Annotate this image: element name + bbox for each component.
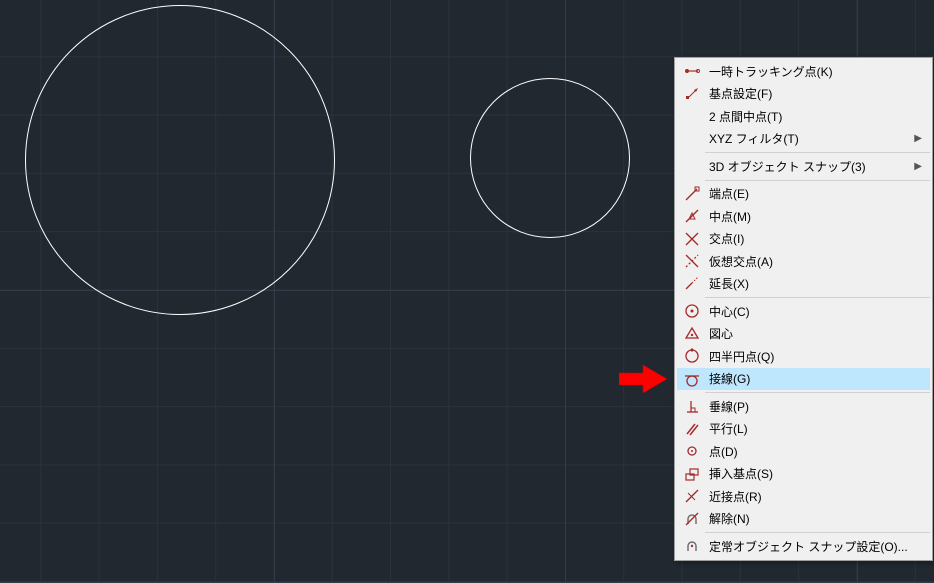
menu-item-18[interactable]: 近接点(R)	[677, 485, 930, 508]
perp-icon	[681, 395, 703, 417]
menu-item-9[interactable]: 延長(X)	[677, 273, 930, 296]
menu-item-12[interactable]: 四半円点(Q)	[677, 345, 930, 368]
menu-item-label: 点(D)	[709, 443, 922, 460]
menu-item-label: 2 点間中点(T)	[709, 108, 922, 125]
menu-item-label: 端点(E)	[709, 185, 922, 202]
temp-track-icon	[681, 60, 703, 82]
menu-item-label: 一時トラッキング点(K)	[709, 63, 922, 80]
menu-separator	[705, 180, 930, 181]
menu-item-3[interactable]: XYZ フィルタ(T)▶	[677, 128, 930, 151]
osnap-settings-icon	[681, 535, 703, 557]
menu-item-8[interactable]: 仮想交点(A)	[677, 250, 930, 273]
menu-separator	[705, 532, 930, 533]
menu-item-label: 基点設定(F)	[709, 85, 922, 102]
menu-item-label: 3D オブジェクト スナップ(3)	[709, 158, 914, 175]
menu-item-0[interactable]: 一時トラッキング点(K)	[677, 60, 930, 83]
menu-item-label: 垂線(P)	[709, 398, 922, 415]
menu-item-13[interactable]: 接線(G)	[677, 368, 930, 391]
insert-icon	[681, 463, 703, 485]
menu-item-15[interactable]: 平行(L)	[677, 418, 930, 441]
menu-item-label: 図心	[709, 325, 922, 342]
menu-item-4[interactable]: 3D オブジェクト スナップ(3)▶	[677, 155, 930, 178]
menu-item-label: 四半円点(Q)	[709, 348, 922, 365]
menu-item-14[interactable]: 垂線(P)	[677, 395, 930, 418]
menu-item-2[interactable]: 2 点間中点(T)	[677, 105, 930, 128]
parallel-icon	[681, 418, 703, 440]
menu-item-label: 挿入基点(S)	[709, 465, 922, 482]
osnap-context-menu: 一時トラッキング点(K)基点設定(F)2 点間中点(T)XYZ フィルタ(T)▶…	[674, 57, 933, 561]
menu-item-label: XYZ フィルタ(T)	[709, 130, 914, 147]
menu-item-label: 交点(I)	[709, 230, 922, 247]
menu-item-17[interactable]: 挿入基点(S)	[677, 463, 930, 486]
menu-item-16[interactable]: 点(D)	[677, 440, 930, 463]
submenu-arrow-icon: ▶	[914, 161, 922, 172]
center-icon	[681, 300, 703, 322]
menu-item-10[interactable]: 中心(C)	[677, 300, 930, 323]
menu-item-19[interactable]: 解除(N)	[677, 508, 930, 531]
menu-item-20[interactable]: 定常オブジェクト スナップ設定(O)...	[677, 535, 930, 558]
circle-1[interactable]	[25, 5, 335, 315]
menu-item-label: 延長(X)	[709, 275, 922, 292]
menu-item-5[interactable]: 端点(E)	[677, 183, 930, 206]
menu-item-label: 中心(C)	[709, 303, 922, 320]
quadrant-icon	[681, 345, 703, 367]
blank-icon	[681, 155, 703, 177]
from-icon	[681, 83, 703, 105]
midpoint-icon	[681, 205, 703, 227]
tangent-icon	[681, 368, 703, 390]
menu-separator	[705, 152, 930, 153]
menu-item-label: 定常オブジェクト スナップ設定(O)...	[709, 538, 922, 555]
geocenter-icon	[681, 323, 703, 345]
intersect-icon	[681, 228, 703, 250]
menu-item-label: 仮想交点(A)	[709, 253, 922, 270]
menu-item-1[interactable]: 基点設定(F)	[677, 83, 930, 106]
appintersect-icon	[681, 250, 703, 272]
menu-separator	[705, 392, 930, 393]
menu-separator	[705, 297, 930, 298]
none-icon	[681, 508, 703, 530]
menu-item-label: 接線(G)	[709, 370, 922, 387]
menu-item-11[interactable]: 図心	[677, 323, 930, 346]
blank-icon	[681, 105, 703, 127]
menu-item-label: 中点(M)	[709, 208, 922, 225]
submenu-arrow-icon: ▶	[914, 133, 922, 144]
menu-item-label: 平行(L)	[709, 420, 922, 437]
blank-icon	[681, 128, 703, 150]
nearest-icon	[681, 485, 703, 507]
extension-icon	[681, 273, 703, 295]
menu-item-7[interactable]: 交点(I)	[677, 228, 930, 251]
menu-item-label: 近接点(R)	[709, 488, 922, 505]
menu-item-label: 解除(N)	[709, 510, 922, 527]
circle-2[interactable]	[470, 78, 630, 238]
endpoint-icon	[681, 183, 703, 205]
node-icon	[681, 440, 703, 462]
menu-item-6[interactable]: 中点(M)	[677, 205, 930, 228]
highlight-arrow	[619, 363, 667, 395]
